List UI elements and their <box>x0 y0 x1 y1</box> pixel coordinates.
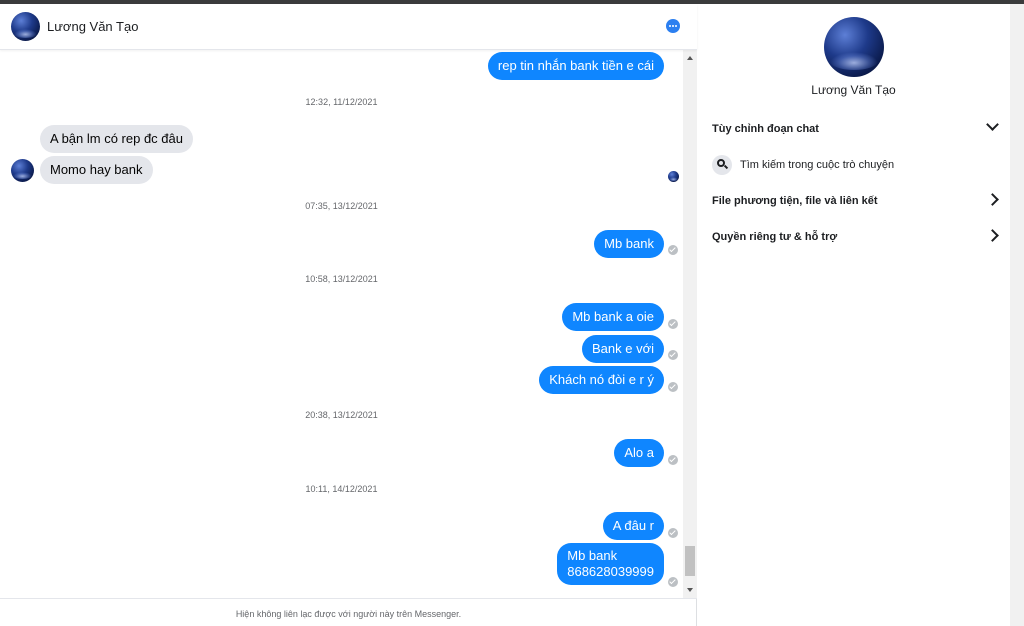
message-timestamp: 12:32, 11/12/2021 <box>305 97 378 107</box>
message-bubble-incoming[interactable]: Momo hay bank <box>40 156 153 184</box>
message-timestamp: 10:58, 13/12/2021 <box>305 274 378 284</box>
message-line: 868628039999 <box>567 564 654 579</box>
message-line: Mb bank <box>567 548 618 563</box>
sent-check-icon <box>668 577 678 587</box>
profile-name[interactable]: Lương Văn Tạo <box>697 83 1010 97</box>
chevron-down-icon <box>986 118 999 131</box>
search-in-conversation-label: Tìm kiếm trong cuộc trò chuyện <box>740 159 895 171</box>
message-bubble-outgoing[interactable]: Khách nó đòi e r ý <box>539 366 664 394</box>
message-bubble-outgoing[interactable]: rep tin nhắn bank tiền e cái <box>487 52 664 80</box>
sent-check-icon <box>668 350 678 360</box>
message-bubble-outgoing[interactable]: Mb bank a oie <box>562 303 664 331</box>
more-options-icon[interactable] <box>666 19 680 33</box>
customize-chat-label: Tùy chỉnh đoạn chat <box>712 123 819 135</box>
message-bubble-outgoing[interactable]: Alo a <box>614 439 664 467</box>
chat-pane: Lương Văn Tạo rep tin nhắn bank tiền e c… <box>0 4 697 626</box>
chevron-right-icon <box>986 229 999 242</box>
message-timestamp: 10:11, 14/12/2021 <box>305 484 378 494</box>
sent-check-icon <box>668 382 678 392</box>
media-files-links-row[interactable]: File phương tiện, file và liên kết <box>712 191 999 211</box>
message-timestamp: 07:35, 13/12/2021 <box>305 201 378 211</box>
scroll-up-arrow-icon[interactable] <box>687 56 693 60</box>
search-icon <box>712 155 732 175</box>
search-in-conversation-row[interactable]: Tìm kiếm trong cuộc trò chuyện <box>712 155 997 175</box>
message-bubble-incoming[interactable]: A bận lm có rep đc đâu <box>40 125 193 153</box>
message-bubble-outgoing[interactable]: Mb bank 868628039999 <box>557 543 664 585</box>
scroll-thumb[interactable] <box>685 546 695 576</box>
chevron-right-icon <box>986 193 999 206</box>
conversation-info-panel: Lương Văn Tạo Tùy chỉnh đoạn chat Tìm ki… <box>697 4 1010 626</box>
message-timestamp: 20:38, 13/12/2021 <box>305 410 378 420</box>
sent-check-icon <box>668 528 678 538</box>
sent-check-icon <box>668 455 678 465</box>
unavailable-notice-bar: Hiện không liên lạc được với người này t… <box>0 598 697 626</box>
seen-avatar <box>668 171 679 182</box>
profile-avatar[interactable] <box>824 17 884 77</box>
panel-scrollbar[interactable] <box>1010 4 1024 626</box>
unavailable-notice: Hiện không liên lạc được với người này t… <box>235 609 462 619</box>
sent-check-icon <box>668 319 678 329</box>
sent-check-icon <box>668 245 678 255</box>
message-scrollbar[interactable] <box>683 50 697 598</box>
message-bubble-outgoing[interactable]: A đâu r <box>602 512 664 540</box>
privacy-support-label: Quyền riêng tư & hỗ trợ <box>712 231 838 243</box>
message-bubble-outgoing[interactable]: Bank e với <box>582 335 664 363</box>
contact-avatar[interactable] <box>11 12 40 41</box>
chat-header: Lương Văn Tạo <box>0 4 697 50</box>
privacy-support-row[interactable]: Quyền riêng tư & hỗ trợ <box>712 227 999 247</box>
media-files-links-label: File phương tiện, file và liên kết <box>712 195 878 207</box>
customize-chat-row[interactable]: Tùy chỉnh đoạn chat <box>712 118 999 139</box>
contact-name[interactable]: Lương Văn Tạo <box>47 19 138 34</box>
message-list: rep tin nhắn bank tiền e cái 12:32, 11/1… <box>0 50 683 598</box>
sender-avatar <box>11 159 34 182</box>
scroll-down-arrow-icon[interactable] <box>687 588 693 592</box>
message-bubble-outgoing[interactable]: Mb bank <box>594 230 664 258</box>
